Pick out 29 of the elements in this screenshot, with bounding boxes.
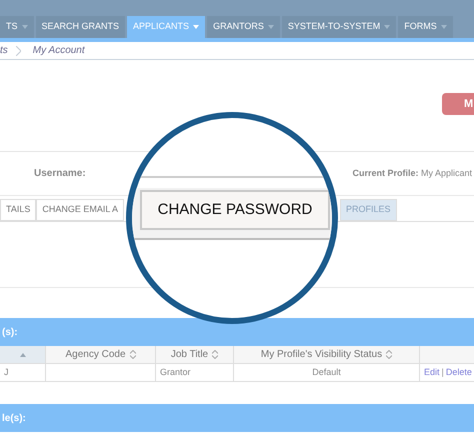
table-cell-text: Default <box>312 366 341 379</box>
current-profile: Current Profile: My Applicant <box>352 166 472 180</box>
nav-tab[interactable]: GRANTORS <box>207 16 280 38</box>
nav-tab[interactable]: SYSTEM-TO-SYSTEM <box>282 16 396 38</box>
column-header[interactable] <box>420 346 474 364</box>
table-cell-text: Grantor <box>160 366 191 379</box>
nav-tab[interactable]: TS <box>0 16 34 38</box>
breadcrumb-link[interactable]: ts <box>0 43 8 58</box>
column-header[interactable] <box>0 346 46 364</box>
action-button[interactable]: M <box>442 93 474 115</box>
breadcrumb-current: My Account <box>32 44 85 58</box>
column-header[interactable]: Job Title <box>156 346 234 364</box>
nav-tab[interactable]: APPLICANTS <box>127 16 206 38</box>
edit-link[interactable]: Edit <box>424 366 440 380</box>
nav-tab[interactable]: FORMS <box>398 16 453 38</box>
tab[interactable]: PROFILES <box>340 199 397 221</box>
chevron-icon <box>16 46 21 56</box>
column-header[interactable]: Agency Code <box>46 346 156 364</box>
section-title: (s): <box>2 326 18 340</box>
table-cell-text: J <box>4 366 8 379</box>
column-header[interactable]: My Profile's Visibility Status <box>234 346 420 364</box>
username-label: Username: <box>34 167 86 181</box>
nav-tab[interactable]: SEARCH GRANTS <box>36 16 126 38</box>
separator-text: | <box>442 366 444 379</box>
tab[interactable]: CHANGE PASSWORD <box>140 190 330 230</box>
section-title: le(s): <box>2 412 26 426</box>
tab[interactable]: CHANGE EMAIL A <box>36 199 124 221</box>
tab[interactable]: TAILS <box>0 199 36 221</box>
delete-link[interactable]: Delete <box>446 366 472 380</box>
